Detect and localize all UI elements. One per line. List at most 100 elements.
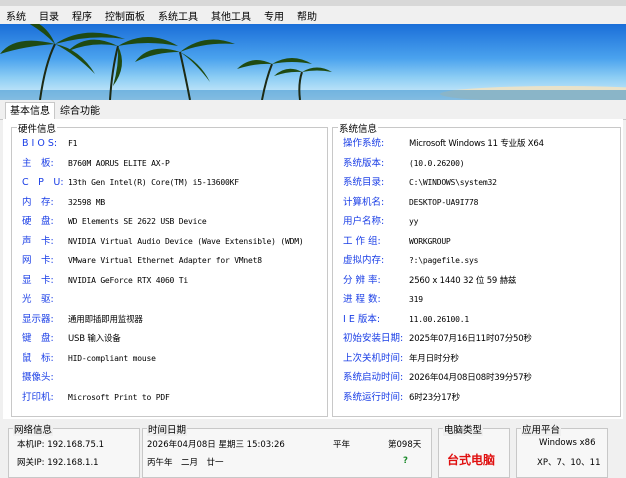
- hardware-row-label: 鼠 标:: [22, 352, 54, 364]
- menu-system-tools[interactable]: 系统工具: [158, 8, 198, 23]
- hardware-row: 声 卡: NVIDIA Virtual Audio Device (Wave Ex…: [22, 235, 304, 249]
- hardware-row-value: HID-compliant mouse: [68, 353, 156, 363]
- platform-group: 应用平台 Windows x86 XP、7、10、11: [516, 422, 608, 478]
- hardware-row: 显示器: 通用即插即用监视器: [22, 313, 143, 327]
- system-row-value: yy: [409, 217, 419, 226]
- menu-special[interactable]: 专用: [264, 8, 284, 23]
- hardware-row-label: C P U:: [22, 177, 64, 188]
- hardware-row-label: 声 卡:: [22, 235, 54, 247]
- hardware-row-value: 32598 MB: [68, 197, 105, 207]
- hardware-info-group: 硬件信息 B I O S: F1 主 板: B760M AORUS ELITE AX-…: [11, 121, 328, 417]
- hardware-row: 打印机: Microsoft Print to PDF: [22, 391, 170, 405]
- menu-help[interactable]: 帮助: [297, 8, 317, 23]
- hardware-row: 主 板: B760M AORUS ELITE AX-P: [22, 157, 170, 171]
- menu-control-panel[interactable]: 控制面板: [105, 8, 145, 23]
- system-row: 初始安装日期: 2025年07月16日11时07分50秒: [343, 332, 532, 346]
- system-row-value: WORKGROUP: [409, 236, 451, 246]
- system-row: 虚拟内存: ?:\pagefile.sys: [343, 254, 478, 268]
- hardware-row-value: VMware Virtual Ethernet Adapter for VMne…: [68, 256, 262, 265]
- hardware-row-label: 键 盘:: [22, 333, 54, 344]
- system-row: 进 程 数: 319: [343, 293, 423, 307]
- hardware-row-label: 显示器:: [22, 313, 54, 325]
- hardware-row-value: NVIDIA GeForce RTX 4060 Ti: [68, 275, 189, 285]
- system-row-label: I E 版本:: [343, 313, 381, 325]
- hardware-row-value: WD Elements SE 2622 USB Device: [68, 217, 207, 226]
- system-row: 系统运行时间: 6时23分17秒: [343, 391, 460, 405]
- hardware-row-value: 通用即插即用监视器: [68, 314, 143, 325]
- system-row-label: 操作系统:: [343, 138, 385, 149]
- hardware-row: 网 卡: VMware Virtual Ethernet Adapter for …: [22, 254, 262, 268]
- system-row-label: 分 辨 率:: [343, 274, 381, 286]
- day-of-year: 第098天: [388, 440, 422, 450]
- system-row-label: 系统运行时间:: [343, 391, 404, 403]
- hardware-row-label: 显 卡:: [22, 274, 54, 286]
- system-row-label: 系统启动时间:: [343, 372, 404, 383]
- palm-tree-illustration: [0, 24, 626, 100]
- system-row-label: 计算机名:: [343, 196, 385, 208]
- hardware-row: 鼠 标: HID-compliant mouse: [22, 352, 156, 366]
- system-row-label: 系统目录:: [343, 177, 385, 188]
- system-row: 用户名称: yy: [343, 215, 418, 229]
- system-row-value: 2025年07月16日11时07分50秒: [409, 334, 532, 344]
- system-row-value: Microsoft Windows 11 专业版 X64: [409, 139, 544, 149]
- system-row-value: 319: [409, 295, 423, 304]
- system-row-label: 用户名称:: [343, 216, 385, 227]
- system-info-group: 系统信息 操作系统: Microsoft Windows 11 专业版 X64 系统…: [332, 121, 621, 417]
- hardware-row-label: 主 板:: [22, 157, 54, 169]
- help-mark[interactable]: ?: [403, 456, 408, 466]
- beach-banner: [0, 24, 626, 100]
- menu-system[interactable]: 系统: [6, 8, 26, 23]
- hardware-row: 键 盘: USB 输入设备: [22, 332, 121, 346]
- system-row: 工 作 组: WORKGROUP: [343, 235, 451, 249]
- hardware-row-label: 内 存:: [22, 196, 54, 208]
- hardware-row: 摄像头:: [22, 371, 68, 385]
- system-row-label: 上次关机时间:: [343, 352, 404, 364]
- system-row: 分 辨 率: 2560 x 1440 32 位 59 赫兹: [343, 274, 516, 288]
- hardware-row: 光 驱:: [22, 293, 68, 307]
- tab-strip: 基本信息 综合功能: [0, 102, 626, 121]
- pc-type-group: 电脑类型 台式电脑: [438, 422, 510, 478]
- menu-bar: 系统 目录 程序 控制面板 系统工具 其他工具 专用 帮助: [0, 6, 626, 24]
- hardware-row-label: 打印机:: [22, 391, 54, 403]
- menu-directory[interactable]: 目录: [39, 8, 59, 23]
- system-row-value: 11.00.26100.1: [409, 314, 470, 324]
- hardware-row-label: 光 驱:: [22, 294, 54, 305]
- pc-type-legend: 电脑类型: [443, 422, 484, 436]
- system-row-label: 进 程 数:: [343, 294, 381, 305]
- hardware-row-value: B760M AORUS ELITE AX-P: [68, 158, 170, 168]
- hardware-row-label: 硬 盘:: [22, 216, 54, 227]
- datetime-group: 时间日期 2026年04月08日 星期三 15:03:26 平年 第098天 丙…: [142, 422, 432, 478]
- hardware-row: 硬 盘: WD Elements SE 2622 USB Device: [22, 215, 207, 229]
- platform-line-2: XP、7、10、11: [537, 458, 601, 468]
- status-area: 网络信息 本机IP: 192.168.75.1 网关IP: 192.168.1.…: [0, 419, 626, 478]
- gateway-ip: 网关IP: 192.168.1.1: [17, 458, 99, 468]
- hardware-info-legend: 硬件信息: [17, 121, 58, 135]
- local-ip: 本机IP: 192.168.75.1: [17, 440, 104, 450]
- system-row-label: 系统版本:: [343, 157, 385, 169]
- hardware-row-label: 网 卡:: [22, 255, 54, 266]
- year-type: 平年: [333, 440, 351, 450]
- system-row: I E 版本: 11.00.26100.1: [343, 313, 469, 327]
- system-row: 系统启动时间: 2026年04月08日08时39分57秒: [343, 371, 532, 385]
- pc-type-value: 台式电脑: [447, 453, 496, 467]
- current-datetime: 2026年04月08日 星期三 15:03:26: [147, 440, 285, 450]
- system-row: 系统版本: (10.0.26200): [343, 157, 465, 171]
- datetime-legend: 时间日期: [147, 422, 188, 436]
- system-row-value: ?:\pagefile.sys: [409, 256, 479, 265]
- hardware-row-value: NVIDIA Virtual Audio Device (Wave Extens…: [68, 236, 304, 246]
- hardware-row-value: F1: [68, 139, 78, 148]
- lunar-date: 丙午年 二月 廿一: [147, 458, 224, 468]
- system-row-value: 2560 x 1440 32 位 59 赫兹: [409, 275, 517, 286]
- system-row-value: DESKTOP-UA9I778: [409, 197, 479, 207]
- system-row: 上次关机时间: 年月日时分秒: [343, 352, 459, 366]
- tab-combined-functions[interactable]: 综合功能: [56, 104, 104, 119]
- system-row: 系统目录: C:\WINDOWS\system32: [343, 176, 497, 190]
- system-row-label: 初始安装日期:: [343, 333, 404, 344]
- hardware-row-label: B I O S:: [22, 138, 58, 149]
- network-info-group: 网络信息 本机IP: 192.168.75.1 网关IP: 192.168.1.…: [8, 422, 140, 478]
- menu-other-tools[interactable]: 其他工具: [211, 8, 251, 23]
- system-row-value: C:\WINDOWS\system32: [409, 178, 497, 187]
- hardware-row-label: 摄像头:: [22, 372, 54, 383]
- menu-programs[interactable]: 程序: [72, 8, 92, 23]
- platform-line-1: Windows x86: [539, 438, 596, 448]
